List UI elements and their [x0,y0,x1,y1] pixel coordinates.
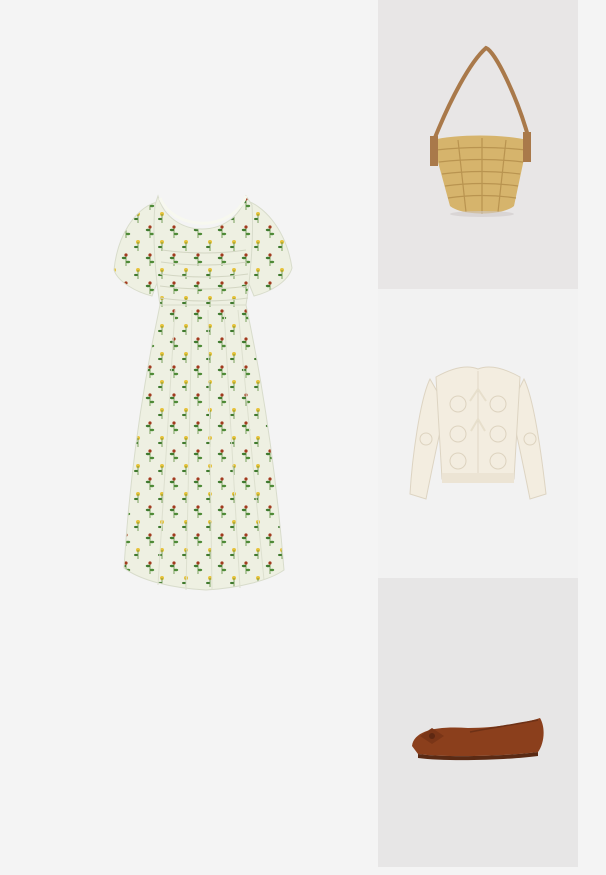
cardigan-panel [378,289,578,578]
brown-suede-ballet-flat-photo [412,718,544,761]
floral-midi-dress-photo [113,194,293,591]
crochet-cardigan-photo [409,366,547,500]
straw-tote-bag-photo [430,45,531,217]
dress-panel [0,0,378,875]
outfit-collage [0,0,606,875]
shoe-panel [378,578,578,867]
bag-panel [378,0,578,289]
